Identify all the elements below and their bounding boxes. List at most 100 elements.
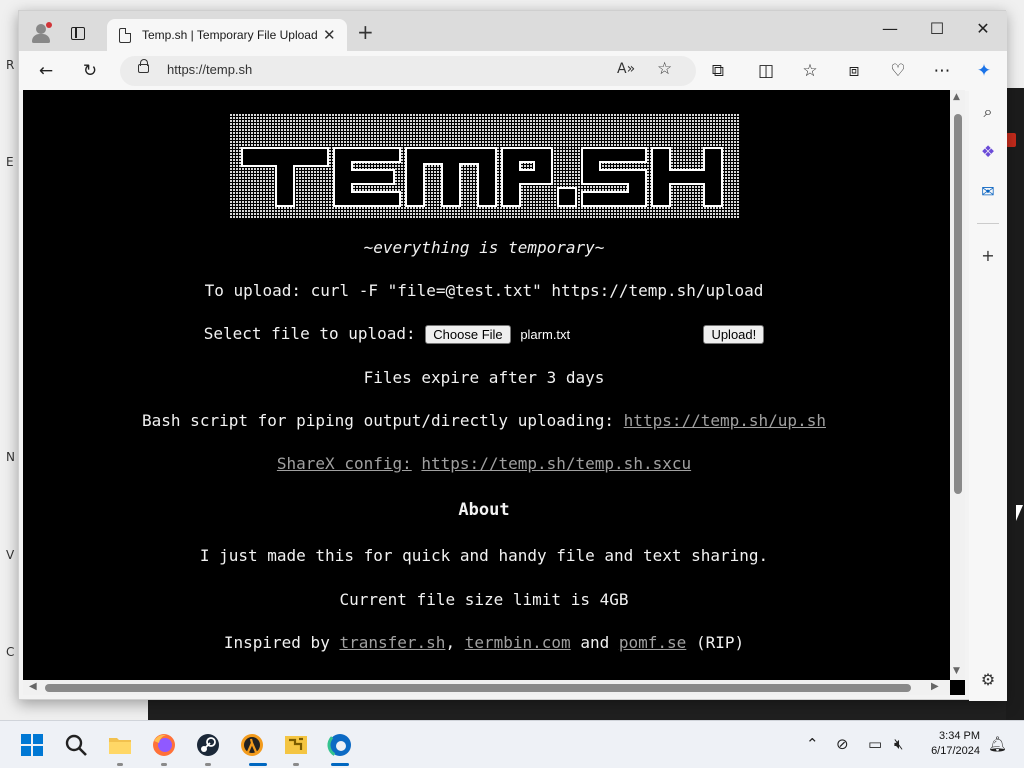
collections-icon[interactable]: ⧈ <box>843 60 865 82</box>
refresh-button[interactable]: ↻ <box>79 60 101 82</box>
pomf-link[interactable]: pomf.se <box>619 633 686 652</box>
half-life-icon[interactable] <box>238 731 266 759</box>
running-indicator <box>293 763 299 766</box>
chosen-file-name: plarm.txt <box>520 327 571 342</box>
sidebar-divider <box>977 223 999 224</box>
tab-title: Temp.sh | Temporary File Upload <box>142 28 318 42</box>
running-indicator <box>117 763 123 766</box>
favorites-icon[interactable]: ☆ <box>799 60 821 82</box>
upload-button[interactable]: Upload! <box>703 325 765 344</box>
tab-temp-sh[interactable]: Temp.sh | Temporary File Upload ✕ <box>107 19 347 51</box>
file-explorer-icon[interactable] <box>106 731 134 759</box>
new-tab-button[interactable]: + <box>357 22 374 42</box>
horizontal-scrollbar[interactable]: ◀ ▶ <box>23 680 950 695</box>
temp-sh-logo <box>230 114 740 218</box>
horizontal-scroll-thumb[interactable] <box>45 684 911 692</box>
read-aloud-icon[interactable]: A» <box>617 61 635 77</box>
network-icon[interactable]: ⊘ <box>836 735 849 753</box>
page-favicon-icon <box>119 28 131 43</box>
inspired-and: and <box>580 633 610 652</box>
volume-muted-icon[interactable]: 🔇︎ <box>894 735 903 753</box>
sidebar-settings-icon[interactable]: ⚙ <box>977 669 999 691</box>
inspired-separator: , <box>445 633 456 652</box>
split-screen-icon[interactable]: ◫ <box>755 60 777 82</box>
desktop-icon-label: E <box>6 155 14 169</box>
choose-file-button[interactable]: Choose File <box>425 325 511 344</box>
select-file-label: Select file to upload: <box>203 324 416 343</box>
lock-icon[interactable] <box>138 59 149 73</box>
inspired-suffix: (RIP) <box>695 633 745 652</box>
sidebar-outlook-icon[interactable]: ✉ <box>977 181 999 203</box>
inspired-prefix: Inspired by <box>223 633 330 652</box>
browser-toolbar: ← ↻ https://temp.sh A» ☆ ⧉ ◫ ☆ ⧈ ♡ ⋯ ✦ <box>19 51 1007 91</box>
address-url[interactable]: https://temp.sh <box>167 62 252 77</box>
desktop-icon-label: C <box>6 645 15 659</box>
tagline: ~everything is temporary~ <box>363 238 605 257</box>
sharex-line: ShareX config: https://temp.sh/temp.sh.s… <box>23 454 945 473</box>
sidebar-add-icon[interactable]: + <box>977 245 999 267</box>
clock-time: 3:34 PM <box>939 730 980 742</box>
bash-script-link[interactable]: https://temp.sh/up.sh <box>624 411 826 430</box>
desktop-icon-label: N <box>6 450 15 464</box>
expiry-note: Files expire after 3 days <box>363 368 605 387</box>
browser-essentials-icon[interactable]: ♡ <box>887 60 909 82</box>
close-tab-icon[interactable]: ✕ <box>323 26 336 44</box>
puzzle-app-icon[interactable] <box>282 731 310 759</box>
notification-badge <box>1006 133 1016 147</box>
close-window-button[interactable]: ✕ <box>968 19 998 38</box>
tab-bar: Temp.sh | Temporary File Upload ✕ + — ☐ … <box>19 11 1007 51</box>
profile-icon[interactable] <box>31 22 52 43</box>
about-text: I just made this for quick and handy fil… <box>199 546 769 565</box>
transfer-sh-link[interactable]: transfer.sh <box>339 633 445 652</box>
about-heading: About <box>458 500 510 520</box>
firefox-icon[interactable] <box>150 731 178 759</box>
system-clock[interactable]: 3:34 PM 6/17/2024 <box>916 729 980 759</box>
start-icon[interactable] <box>18 731 46 759</box>
running-indicator <box>205 763 211 766</box>
display-icon[interactable]: ▭ <box>868 735 882 753</box>
vertical-scrollbar[interactable]: ▲ ▼ <box>950 90 965 680</box>
scroll-up-arrow-icon[interactable]: ▲ <box>953 92 960 102</box>
scroll-down-arrow-icon[interactable]: ▼ <box>953 666 960 676</box>
back-button[interactable]: ← <box>35 60 57 82</box>
sharex-file-link[interactable]: https://temp.sh/temp.sh.sxcu <box>421 454 691 473</box>
scroll-right-arrow-icon[interactable]: ▶ <box>931 681 939 692</box>
inspired-line: Inspired by transfer.sh, termbin.com and… <box>23 633 945 652</box>
running-indicator <box>249 763 267 766</box>
extensions-icon[interactable]: ⧉ <box>707 60 729 82</box>
taskbar: ⌃ ⊘ ▭ 🔇︎ 3:34 PM 6/17/2024 🔔︎ <box>0 720 1024 768</box>
page-viewport: ~everything is temporary~ To upload: cur… <box>23 90 965 695</box>
clock-date: 6/17/2024 <box>931 745 980 757</box>
background-window-edge <box>1006 88 1024 720</box>
sidebar-search-icon[interactable]: ⌕ <box>977 101 999 123</box>
sidebar-copilot-icon[interactable]: ❖ <box>977 141 999 163</box>
size-limit: Current file size limit is 4GB <box>339 590 629 609</box>
edge-sidebar: ⌕ ❖ ✉ + ⚙ <box>969 90 1007 701</box>
desktop-icon-label: R <box>6 58 15 72</box>
minimize-button[interactable]: — <box>875 19 905 38</box>
termbin-link[interactable]: termbin.com <box>465 633 571 652</box>
desktop-icon-label: V <box>6 548 15 562</box>
show-hidden-icons-icon[interactable]: ⌃ <box>806 735 819 753</box>
bash-script-label: Bash script for piping output/directly u… <box>142 411 615 430</box>
more-menu-icon[interactable]: ⋯ <box>931 60 953 82</box>
maximize-button[interactable]: ☐ <box>922 19 952 38</box>
copilot-icon[interactable]: ✦ <box>973 60 995 82</box>
mouse-cursor-icon <box>1016 505 1023 521</box>
sharex-config-link[interactable]: ShareX config: <box>277 454 412 473</box>
scroll-left-arrow-icon[interactable]: ◀ <box>29 681 37 692</box>
search-icon[interactable] <box>62 731 90 759</box>
edge-icon[interactable] <box>326 731 354 759</box>
favorite-star-icon[interactable]: ☆ <box>657 59 672 79</box>
bash-script-line: Bash script for piping output/directly u… <box>23 411 945 430</box>
running-indicator <box>161 763 167 766</box>
steam-icon[interactable] <box>194 731 222 759</box>
address-bar[interactable]: https://temp.sh A» ☆ <box>120 56 696 86</box>
tab-actions-icon[interactable] <box>71 27 85 40</box>
notifications-bell-icon[interactable]: 🔔︎ <box>988 735 1007 753</box>
browser-window: Temp.sh | Temporary File Upload ✕ + — ☐ … <box>18 10 1007 701</box>
upload-command: To upload: curl -F "file=@test.txt" http… <box>204 281 764 300</box>
background-window-edge <box>148 700 1024 720</box>
vertical-scroll-thumb[interactable] <box>954 114 962 494</box>
running-indicator <box>331 763 349 766</box>
